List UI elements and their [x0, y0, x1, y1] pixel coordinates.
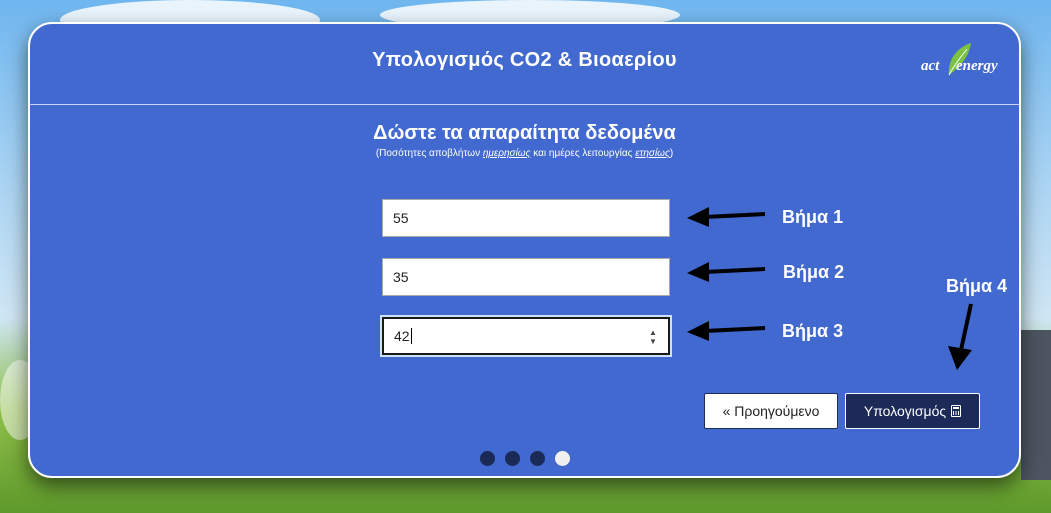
arrow-step1-icon [687, 207, 766, 227]
arrow-step4-icon [948, 303, 973, 370]
field-3-value: 42 [394, 328, 410, 344]
text-caret [410, 328, 412, 344]
page-dot-2[interactable] [505, 451, 520, 466]
field-1-value: 55 [393, 210, 409, 226]
arrow-step3-icon [687, 321, 766, 341]
number-spinner-icon[interactable]: ▲ ▼ [648, 328, 658, 346]
operating-days-input[interactable]: 42 ▲ ▼ [382, 317, 670, 355]
arrow-step2-icon [687, 262, 766, 282]
waste-quantity-input-1[interactable]: 55 [382, 199, 670, 237]
form-heading: Δώστε τα απαραίτητα δεδομένα [373, 122, 676, 144]
waste-quantity-input-2[interactable]: 35 [382, 258, 670, 296]
calculator-icon [951, 405, 962, 417]
hint-daily: ημερησίως [482, 148, 531, 159]
calculate-button[interactable]: Υπολογισμός [845, 393, 980, 429]
step3-label: Βήμα 3 [782, 321, 844, 341]
logo-text-act: act [921, 58, 940, 74]
step2-label: Βήμα 2 [783, 262, 845, 282]
panel-header: Υπολογισμός CO2 & Βιοαερίου act energy [30, 24, 1019, 105]
calculate-button-label: Υπολογισμός [863, 403, 947, 419]
step4-label: Βήμα 4 [946, 276, 1008, 296]
page-dot-3[interactable] [530, 451, 545, 466]
page-title: Υπολογισμός CO2 & Βιοαερίου [372, 49, 677, 71]
hint-yearly: ετησίως [635, 148, 670, 159]
field-2-value: 35 [393, 269, 409, 285]
background-structure [1021, 330, 1051, 480]
step-pagination [480, 451, 570, 466]
page-dot-1[interactable] [480, 451, 495, 466]
hint-suffix: ) [669, 148, 674, 159]
logo-text-energy: energy [956, 58, 998, 74]
actenergy-logo: act energy [919, 41, 1009, 81]
page-dot-4[interactable] [555, 451, 570, 466]
form-hint: (Ποσότητες αποβλήτων ημερησίως και ημέρε… [30, 148, 1019, 159]
hint-middle: και ημέρες λειτουργίας [530, 148, 636, 159]
calculator-panel: Υπολογισμός CO2 & Βιοαερίου act energy Δ… [28, 22, 1021, 478]
previous-button[interactable]: « Προηγούμενο [704, 393, 838, 429]
step1-label: Βήμα 1 [782, 207, 844, 227]
hint-prefix: (Ποσότητες αποβλήτων [375, 148, 483, 159]
